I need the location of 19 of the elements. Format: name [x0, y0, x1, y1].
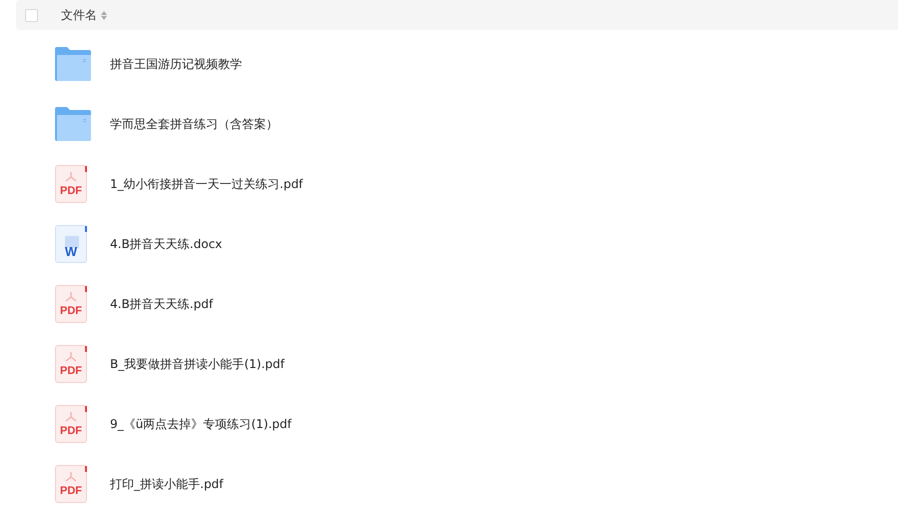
file-name[interactable]: B_我要做拼音拼读小能手(1).pdf [110, 356, 285, 372]
folder-icon [55, 107, 93, 141]
pdf-file-icon: PDF [55, 345, 87, 383]
pdf-file-icon: PDF [55, 465, 87, 503]
file-name[interactable]: 拼音王国游历记视频教学 [110, 56, 242, 72]
pdf-file-icon: PDF [55, 405, 87, 443]
folder-icon [55, 47, 93, 81]
file-name[interactable]: 打印_拼读小能手.pdf [110, 476, 224, 492]
column-header[interactable]: 文件名 [61, 6, 97, 24]
pdf-file-icon: PDF [55, 165, 87, 203]
pdf-file-icon: PDF [55, 285, 87, 323]
file-name[interactable]: 4.B拼音天天练.pdf [110, 296, 213, 312]
file-name[interactable]: 4.B拼音天天练.docx [110, 236, 222, 252]
sort-icon[interactable] [101, 10, 107, 20]
file-name[interactable]: 9_《ü两点去掉》专项练习(1).pdf [110, 416, 292, 432]
word-file-icon: W [55, 225, 87, 263]
select-all-checkbox[interactable] [25, 8, 38, 22]
file-name[interactable]: 学而思全套拼音练习（含答案） [110, 116, 278, 132]
file-name[interactable]: 1_幼小衔接拼音一天一过关练习.pdf [110, 176, 303, 192]
